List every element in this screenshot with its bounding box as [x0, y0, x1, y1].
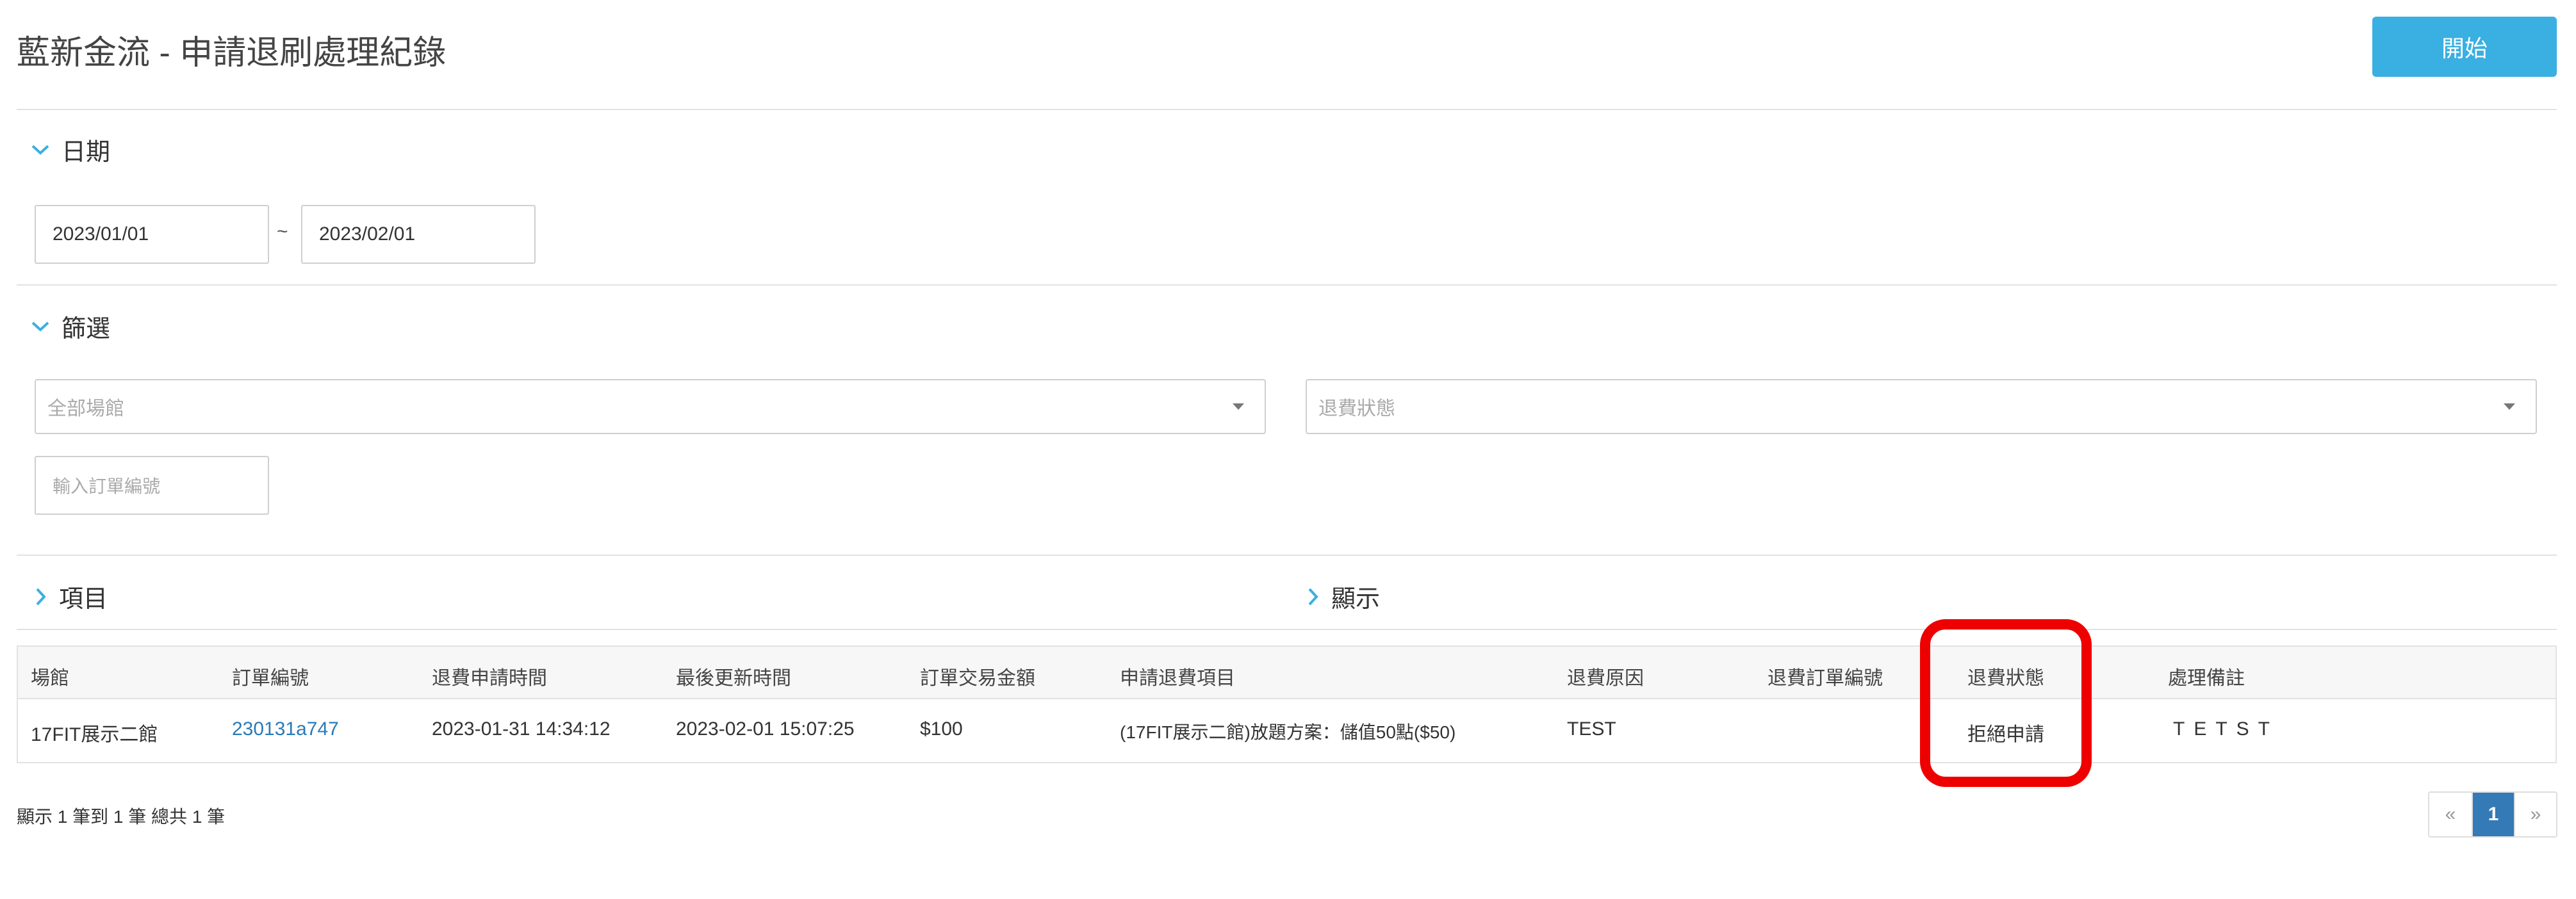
column-header-note[interactable]: 處理備註 — [2168, 662, 2245, 690]
chevron-down-icon — [31, 321, 49, 332]
display-section-toggle[interactable]: 顯示 — [1307, 579, 1380, 614]
cell-note: TETST — [2173, 718, 2279, 740]
start-button[interactable]: 開始 — [2372, 17, 2557, 77]
table-header: 場館 訂單編號 退費申請時間 最後更新時間 訂單交易金額 申請退費項目 退費原因… — [18, 647, 2555, 699]
status-select-value: 退費狀態 — [1318, 398, 1395, 419]
column-header-refund-item[interactable]: 申請退費項目 — [1120, 662, 1235, 690]
divider — [17, 555, 2557, 556]
pagination: « 1 » — [2428, 791, 2557, 838]
cell-reason: TEST — [1567, 718, 1616, 740]
cell-apply-time: 2023-01-31 14:34:12 — [432, 718, 611, 740]
display-section-label: 顯示 — [1331, 586, 1381, 613]
next-page-button[interactable]: » — [2514, 793, 2556, 836]
refund-table: 場館 訂單編號 退費申請時間 最後更新時間 訂單交易金額 申請退費項目 退費原因… — [17, 645, 2557, 763]
column-header-order-no[interactable]: 訂單編號 — [232, 662, 309, 690]
date-separator: ~ — [277, 221, 288, 242]
column-header-amount[interactable]: 訂單交易金額 — [920, 662, 1035, 690]
date-section-toggle[interactable]: 日期 — [31, 132, 110, 167]
cell-amount: $100 — [920, 718, 963, 740]
chevron-right-icon — [36, 588, 46, 605]
status-select[interactable]: 退費狀態 — [1306, 379, 2537, 434]
status-highlight-annotation — [1920, 619, 2092, 787]
chevron-right-icon — [1308, 588, 1318, 605]
column-header-updated-time[interactable]: 最後更新時間 — [676, 662, 791, 690]
cell-venue: 17FIT展示二館 — [31, 724, 158, 745]
page-button-current[interactable]: 1 — [2472, 793, 2514, 836]
divider — [17, 109, 2557, 110]
prev-page-button[interactable]: « — [2429, 793, 2472, 836]
column-header-reason[interactable]: 退費原因 — [1567, 662, 1644, 690]
start-date-input[interactable]: 2023/01/01 — [35, 205, 269, 264]
column-header-apply-time[interactable]: 退費申請時間 — [432, 662, 547, 690]
order-number-link[interactable]: 230131a747 — [232, 718, 339, 740]
caret-down-icon — [1233, 403, 1244, 410]
table-summary: 顯示 1 筆到 1 筆 總共 1 筆 — [17, 807, 226, 827]
cell-refund-item: (17FIT展示二館)放題方案：儲值50點($50) — [1120, 722, 1456, 742]
caret-down-icon — [2504, 403, 2515, 410]
chevron-down-icon — [31, 145, 49, 155]
venue-select-value: 全部場館 — [47, 398, 124, 419]
divider — [17, 284, 2557, 286]
end-date-input[interactable]: 2023/02/01 — [301, 205, 536, 264]
column-header-refund-order-no[interactable]: 退費訂單編號 — [1768, 662, 1883, 690]
filter-section-toggle[interactable]: 篩選 — [31, 309, 110, 344]
items-section-label: 項目 — [59, 586, 108, 613]
column-header-venue[interactable]: 場館 — [31, 662, 69, 690]
date-section-label: 日期 — [62, 139, 111, 166]
cell-updated-time: 2023-02-01 15:07:25 — [676, 718, 855, 740]
page-title: 藍新金流 - 申請退刷處理紀錄 — [17, 35, 447, 72]
filter-section-label: 篩選 — [62, 316, 111, 343]
divider — [17, 629, 2557, 630]
order-number-input[interactable]: 輸入訂單編號 — [35, 456, 269, 515]
items-section-toggle[interactable]: 項目 — [35, 579, 108, 614]
venue-select[interactable]: 全部場館 — [35, 379, 1266, 434]
